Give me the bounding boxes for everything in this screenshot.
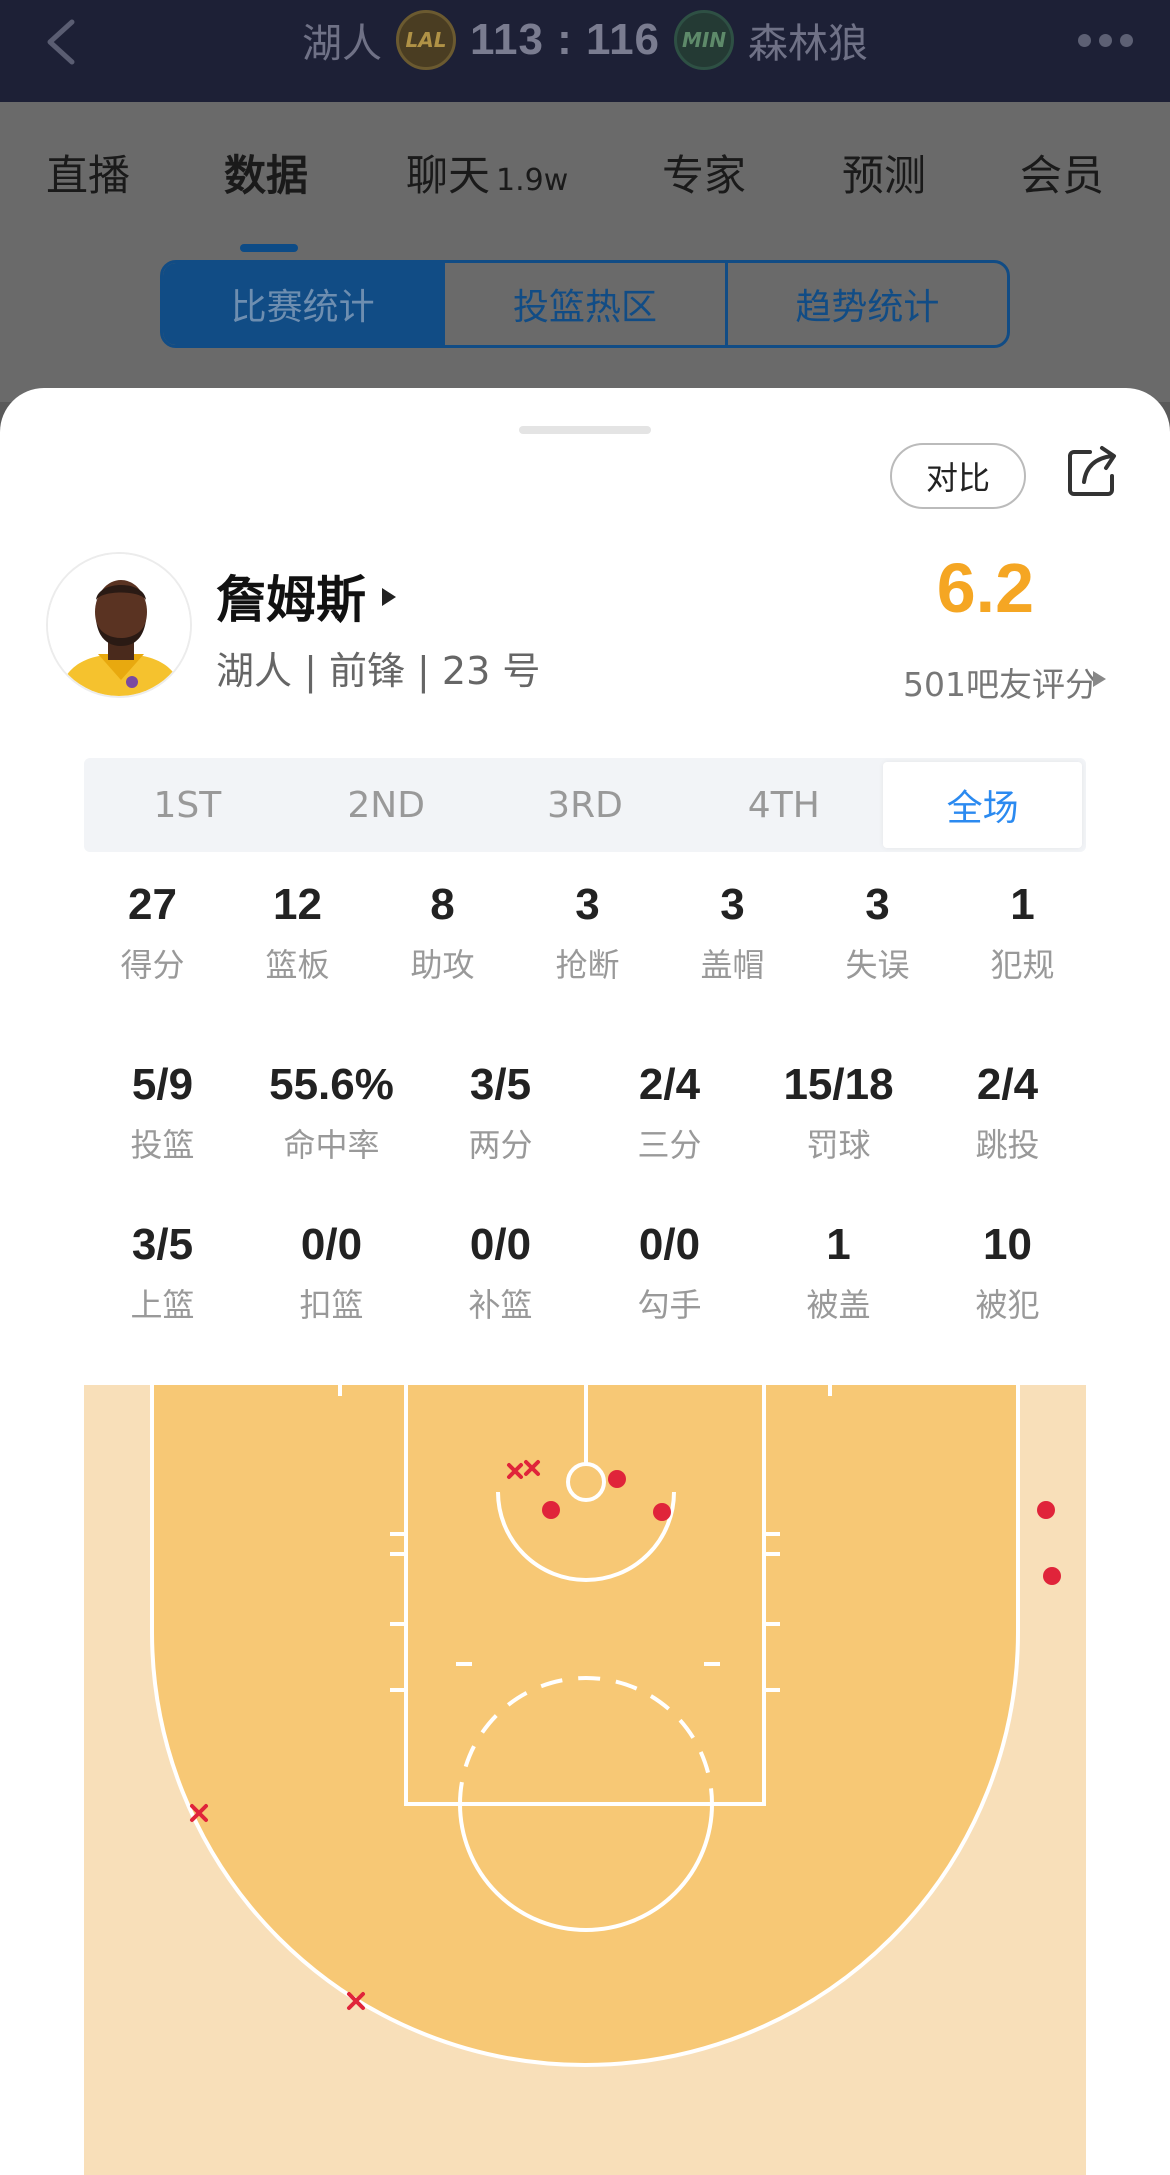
- tab-live[interactable]: 直播: [46, 142, 130, 203]
- stat-rebounds: 12 篮板: [265, 880, 330, 984]
- away-team-name: 森林狼: [748, 21, 869, 67]
- tab-data[interactable]: 数据: [224, 142, 308, 203]
- stat-three-pointers: 2/4 三分: [637, 1060, 702, 1164]
- stat-hook-shots: 0/0 勾手: [637, 1220, 702, 1324]
- shooting-stats-row: 5/9 投篮 55.6% 命中率 3/5 两分 2/4 三分 15/18 罚球 2/4 跳投: [78, 1060, 1092, 1166]
- rating-votes-link[interactable]: 501吧友评分: [903, 658, 1098, 706]
- stat-assists: 8 助攻: [410, 880, 475, 984]
- timberwolves-logo-icon: MIN: [674, 10, 735, 70]
- sheet-drag-handle[interactable]: [519, 426, 651, 434]
- quarter-tab-2nd[interactable]: 2ND: [287, 762, 486, 848]
- stat-fouls: 1 犯规: [990, 880, 1055, 984]
- tab-prediction[interactable]: 预测: [842, 142, 926, 203]
- shot-type-stats-row: 3/5 上篮 0/0 扣篮 0/0 补篮 0/0 勾手 1 被盖 10 被犯: [78, 1220, 1092, 1326]
- quarter-tab-1st[interactable]: 1ST: [88, 762, 287, 848]
- quarter-tab-4th[interactable]: 4TH: [684, 762, 883, 848]
- share-icon[interactable]: [1062, 440, 1124, 502]
- stat-turnovers: 3 失误: [845, 880, 910, 984]
- stat-two-pointers: 3/5 两分: [468, 1060, 533, 1164]
- segment-shot-zones[interactable]: 投篮热区: [445, 263, 728, 345]
- player-photo-icon: [48, 554, 190, 696]
- more-options-icon[interactable]: [1070, 20, 1140, 60]
- quarter-tab-3rd[interactable]: 3RD: [486, 762, 685, 848]
- segment-game-stats[interactable]: 比赛统计: [163, 263, 446, 345]
- top-bar: 湖人 LAL 113 : 116 MIN 森林狼: [0, 0, 1170, 102]
- home-team-name: 湖人: [301, 21, 382, 67]
- stat-fg-percentage: 55.6% 命中率: [269, 1060, 394, 1164]
- player-stats-sheet: 对比 詹姆斯 湖人 | 前锋 | 23 号 6.2 501吧友评分 1ST 2N…: [0, 388, 1170, 2175]
- stat-steals: 3 抢断: [555, 880, 620, 984]
- player-detail-arrow-icon[interactable]: [382, 588, 396, 606]
- stat-free-throws: 15/18 罚球: [783, 1060, 894, 1164]
- player-avatar[interactable]: [46, 552, 192, 698]
- made-shot-marker: [542, 1501, 560, 1519]
- player-rating-score: 6.2: [936, 549, 1034, 627]
- rating-arrow-icon[interactable]: [1093, 671, 1106, 687]
- stat-points: 27 得分: [120, 880, 185, 984]
- made-shot-marker: [1037, 1501, 1055, 1519]
- made-shot-marker: [608, 1470, 626, 1488]
- stat-blocked: 1 被盖: [806, 1220, 871, 1324]
- stat-jump-shots: 2/4 跳投: [975, 1060, 1040, 1164]
- lakers-logo-icon: LAL: [395, 10, 456, 70]
- stat-tip-ins: 0/0 补篮: [468, 1220, 533, 1324]
- compare-button[interactable]: 对比: [890, 443, 1026, 509]
- segment-trend-stats[interactable]: 趋势统计: [728, 263, 1007, 345]
- stat-dunks: 0/0 扣篮: [299, 1220, 364, 1324]
- quarter-tabs: 1ST 2ND 3RD 4TH 全场: [84, 758, 1086, 852]
- tab-membership[interactable]: 会员: [1020, 142, 1104, 203]
- basic-stats-row: 27 得分 12 篮板 8 助攻 3 抢断 3 盖帽 3 失误 1 犯规: [80, 880, 1100, 986]
- player-team-position-number: 湖人 | 前锋 | 23 号: [216, 649, 541, 693]
- stat-field-goals: 5/9 投篮: [130, 1060, 195, 1164]
- active-tab-indicator: [240, 244, 298, 252]
- made-shot-marker: [1043, 1567, 1061, 1585]
- shot-chart-court: [84, 1382, 1086, 2175]
- quarter-tab-full-game[interactable]: 全场: [883, 762, 1082, 848]
- main-tabs: 直播 数据 聊天 1.9w 专家 预测 会员: [0, 132, 1170, 252]
- made-shot-marker: [653, 1503, 671, 1521]
- stat-blocks: 3 盖帽: [700, 880, 765, 984]
- stat-fouls-drawn: 10 被犯: [975, 1220, 1040, 1324]
- game-score: 113 : 116: [469, 15, 661, 64]
- score-header: 湖人 LAL 113 : 116 MIN 森林狼: [0, 8, 1170, 72]
- tab-experts[interactable]: 专家: [662, 142, 746, 203]
- stats-segment-control: 比赛统计 投篮热区 趋势统计: [160, 260, 1010, 348]
- player-name[interactable]: 詹姆斯: [216, 560, 366, 632]
- stat-layups: 3/5 上篮: [130, 1220, 195, 1324]
- game-tabs-area: 直播 数据 聊天 1.9w 专家 预测 会员 比赛统计 投篮热区 趋势统计: [0, 102, 1170, 402]
- tab-chat[interactable]: 聊天 1.9w: [406, 142, 568, 203]
